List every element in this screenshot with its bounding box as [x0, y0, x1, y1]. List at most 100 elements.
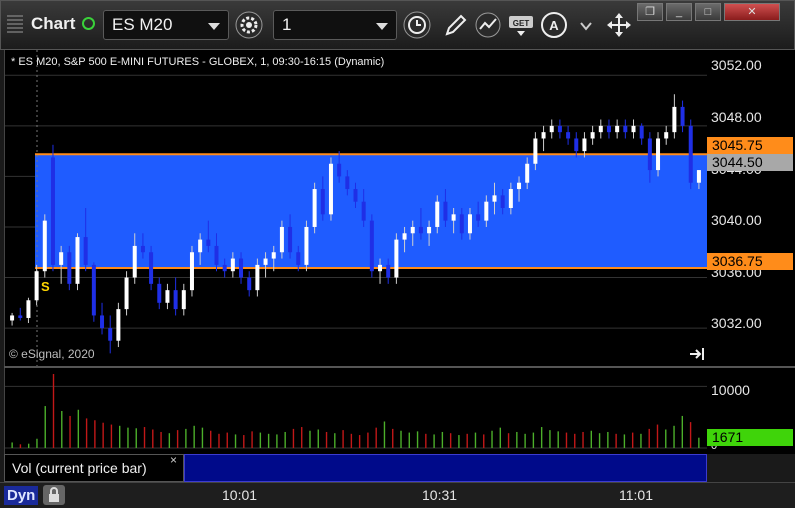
close-button[interactable]: ✕: [724, 3, 780, 21]
candle-body: [402, 233, 407, 240]
draw-tool-button[interactable]: [441, 10, 471, 40]
candle-body: [247, 277, 252, 291]
link-status-icon[interactable]: [82, 17, 95, 30]
volume-pane[interactable]: [4, 368, 708, 454]
volume-label-strip: [184, 454, 707, 482]
candle-body: [459, 214, 464, 234]
candle-body: [328, 163, 333, 215]
candle-body: [606, 125, 611, 133]
alert-button[interactable]: A: [539, 10, 569, 40]
candle-body: [304, 226, 309, 265]
volume-axis[interactable]: 10000 0 1671: [707, 368, 795, 454]
candle-body: [320, 189, 325, 215]
volume-study-label[interactable]: Vol (current price bar): [4, 454, 184, 482]
symbol-value: ES M20: [112, 15, 173, 34]
chevron-down-icon: [376, 23, 388, 30]
lock-icon[interactable]: [43, 485, 65, 505]
candle-body: [124, 277, 129, 310]
studies-button[interactable]: [473, 10, 503, 40]
lower-line-price-tag: 3036.75: [707, 253, 793, 270]
candle-body: [533, 138, 538, 164]
candle-body: [83, 237, 88, 265]
candle-body: [345, 176, 350, 190]
price-chart-svg: [5, 50, 708, 366]
chart-toolbar: Chart ES M20 1 GET A ❐ _ □ ✕: [0, 0, 795, 50]
candle-body: [214, 245, 219, 265]
candle-body: [222, 264, 227, 272]
maximize-button[interactable]: □: [695, 3, 721, 21]
alert-menu-button[interactable]: [571, 10, 601, 40]
candle-body: [149, 252, 154, 284]
candle-body: [378, 264, 383, 272]
candle-body: [476, 214, 481, 221]
candle-body: [566, 132, 571, 139]
go-to-end-icon[interactable]: [688, 346, 706, 362]
candle-body: [500, 195, 505, 208]
dynamic-mode-badge[interactable]: Dyn: [4, 486, 39, 505]
candle-body: [116, 309, 121, 341]
candle-body: [91, 264, 96, 316]
price-tick: 3048.00: [711, 109, 762, 125]
symbol-selector[interactable]: ES M20: [103, 10, 229, 40]
candle-body: [50, 157, 55, 265]
draw-pencil-icon: [445, 14, 467, 36]
restore-window-button[interactable]: ❐: [637, 3, 663, 21]
candle-body: [647, 138, 652, 171]
candle-body: [664, 132, 669, 139]
time-axis-bar: Dyn 10:01 10:31 11:01: [0, 482, 795, 508]
candle-body: [427, 226, 432, 234]
candle-body: [484, 201, 489, 221]
last-price-tag: 3044.50: [707, 154, 793, 171]
candle-body: [582, 138, 587, 152]
interval-selector[interactable]: 1: [273, 10, 397, 40]
candle-body: [263, 258, 268, 265]
candle-body: [615, 125, 620, 133]
price-tick: 3040.00: [711, 212, 762, 228]
settings-button[interactable]: [234, 10, 264, 40]
candle-body: [239, 258, 244, 278]
candle-body: [10, 315, 15, 321]
interval-value: 1: [282, 15, 292, 34]
time-tick: 10:31: [422, 487, 458, 503]
signal-marker: S: [41, 279, 50, 294]
get-data-button[interactable]: GET: [506, 10, 536, 40]
candle-body: [590, 132, 595, 139]
candle-body: [312, 189, 317, 227]
candle-body: [59, 252, 64, 265]
price-chart-pane[interactable]: * ES M20, S&P 500 E-MINI FUTURES - GLOBE…: [4, 50, 708, 366]
candle-body: [410, 226, 415, 234]
candle-body: [680, 106, 685, 126]
drag-grip-icon[interactable]: [7, 15, 23, 35]
cursor-button[interactable]: [604, 10, 634, 40]
candle-body: [230, 258, 235, 272]
candle-body: [279, 226, 284, 253]
candle-body: [574, 138, 579, 152]
candle-body: [672, 106, 677, 133]
candle-body: [189, 252, 194, 291]
candle-body: [140, 245, 145, 253]
settings-icon: [235, 11, 263, 39]
candle-body: [467, 214, 472, 234]
price-tick: 3052.00: [711, 57, 762, 73]
get-label: GET: [513, 19, 530, 28]
current-volume-tag: 1671: [707, 429, 793, 446]
candle-body: [34, 271, 39, 301]
volume-chart-svg: [5, 374, 708, 449]
candle-body: [288, 226, 293, 253]
candle-body: [206, 239, 211, 246]
chart-header: * ES M20, S&P 500 E-MINI FUTURES - GLOBE…: [11, 56, 385, 68]
close-study-icon[interactable]: ×: [170, 453, 177, 467]
candle-body: [443, 201, 448, 221]
candle-body: [418, 226, 423, 234]
candle-body: [639, 125, 644, 139]
price-axis[interactable]: 3052.00 3048.00 3044.00 3040.00 3036.00 …: [707, 50, 795, 366]
candle-body: [492, 195, 497, 202]
app-title: Chart: [31, 14, 76, 33]
minimize-button[interactable]: _: [666, 3, 692, 21]
candle-body: [181, 290, 186, 310]
candle-body: [623, 125, 628, 133]
candle-body: [337, 163, 342, 177]
candle-body: [255, 264, 260, 291]
time-template-button[interactable]: [402, 10, 432, 40]
candle-body: [296, 252, 301, 265]
